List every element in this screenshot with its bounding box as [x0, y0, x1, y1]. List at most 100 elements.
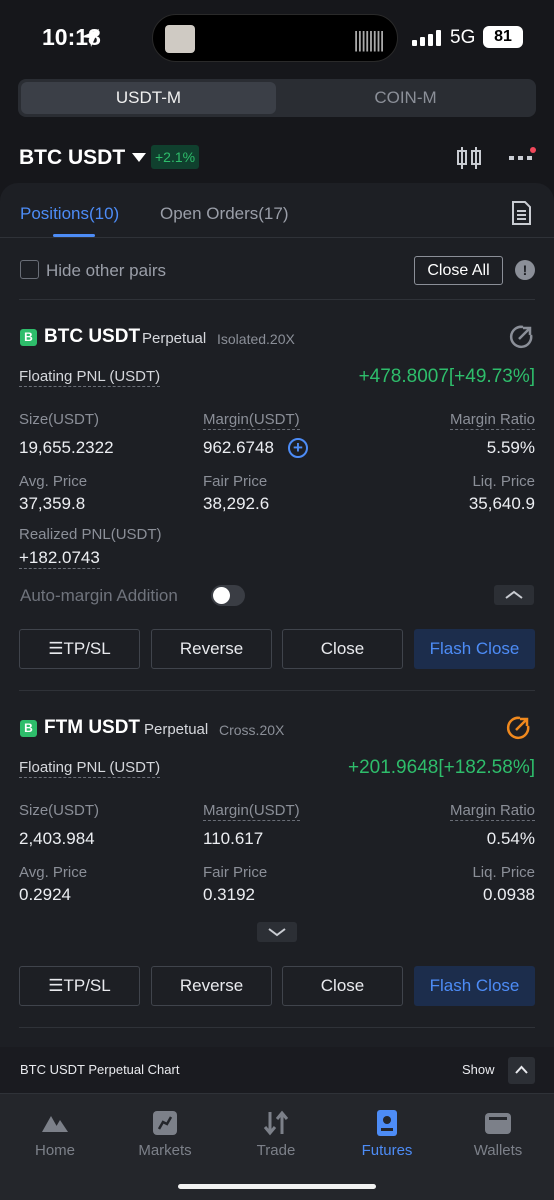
position-title[interactable]: FTM USDT: [44, 717, 140, 739]
nav-label: Home: [34, 1142, 75, 1159]
nav-wallets[interactable]: Wallets: [448, 1110, 548, 1159]
margin-ratio-label[interactable]: Margin Ratio: [449, 802, 535, 821]
nav-label: Markets: [138, 1142, 192, 1159]
more-icon[interactable]: [509, 147, 537, 167]
size-value: 2,403.984: [19, 829, 95, 848]
chart-label: BTC USDT Perpetual Chart: [20, 1062, 180, 1077]
battery-icon: 81: [483, 26, 523, 48]
tpsl-button[interactable]: ☰TP/SL: [19, 629, 140, 669]
add-margin-icon[interactable]: +: [288, 438, 308, 458]
contract-type: Perpetual: [144, 721, 209, 738]
nav-label: Futures: [361, 1142, 413, 1159]
futures-icon: [377, 1110, 397, 1136]
margin-label[interactable]: Margin(USDT): [203, 411, 300, 430]
margin-mode: Cross.20X: [219, 722, 285, 738]
avg-price-value: 0.2924: [19, 885, 71, 904]
location-icon: [81, 29, 99, 47]
fair-price-label: Fair Price: [203, 473, 268, 490]
divider: [19, 690, 535, 691]
position-title[interactable]: BTC USDT: [44, 326, 140, 348]
size-label: Size(USDT): [19, 411, 100, 428]
hide-pairs-checkbox[interactable]: [20, 260, 39, 279]
avg-price-value: 37,359.8: [19, 494, 86, 513]
reverse-button[interactable]: Reverse: [151, 966, 272, 1006]
size-value: 19,655.2322: [19, 438, 114, 457]
close-button[interactable]: Close: [282, 966, 403, 1006]
nav-markets[interactable]: Markets: [115, 1110, 215, 1159]
price-change-badge: +2.1%: [151, 145, 200, 169]
info-icon[interactable]: !: [515, 260, 535, 280]
auto-margin-toggle[interactable]: [211, 585, 245, 606]
margin-value: 962.6748: [203, 438, 274, 457]
tpsl-button[interactable]: ☰TP/SL: [19, 966, 140, 1006]
auto-margin-label: Auto-margin Addition: [20, 586, 178, 605]
floating-pnl-label[interactable]: Floating PNL (USDT): [19, 759, 161, 778]
nav-home[interactable]: Home: [5, 1110, 105, 1159]
margin-ratio-value: 0.54%: [486, 829, 535, 848]
flash-close-button[interactable]: Flash Close: [414, 966, 535, 1006]
close-all-button[interactable]: Close All: [414, 256, 503, 285]
nav-label: Trade: [256, 1142, 296, 1159]
share-icon[interactable]: [509, 325, 533, 349]
segment-coin-m[interactable]: COIN-M: [278, 82, 533, 114]
show-chart-button[interactable]: [508, 1057, 535, 1084]
fair-price-value: 0.3192: [203, 885, 255, 904]
realized-pnl-label: Realized PNL(USDT): [19, 526, 162, 543]
show-chart-label[interactable]: Show: [462, 1062, 495, 1077]
home-icon: [42, 1116, 68, 1132]
floating-pnl-value: +201.9648[+182.58%]: [347, 757, 535, 778]
margin-label[interactable]: Margin(USDT): [203, 802, 300, 821]
trade-icon: [263, 1110, 289, 1136]
fair-price-value: 38,292.6: [203, 494, 270, 513]
floating-pnl-label[interactable]: Floating PNL (USDT): [19, 368, 161, 387]
collapse-button[interactable]: [494, 585, 534, 605]
network-type: 5G: [450, 27, 476, 48]
margin-value: 110.617: [203, 829, 264, 848]
nav-label: Wallets: [473, 1142, 523, 1159]
wallet-icon: [485, 1113, 511, 1134]
nav-trade[interactable]: Trade: [226, 1110, 326, 1159]
pair-selector[interactable]: BTC USDT: [19, 146, 125, 170]
side-badge: B: [20, 720, 37, 737]
hide-pairs-label: Hide other pairs: [46, 261, 167, 280]
tab-positions[interactable]: Positions(10): [20, 204, 119, 224]
divider: [19, 299, 535, 300]
liq-price-label: Liq. Price: [472, 864, 535, 881]
liq-price-label: Liq. Price: [472, 473, 535, 490]
close-button[interactable]: Close: [282, 629, 403, 669]
liq-price-value: 35,640.9: [468, 494, 535, 513]
nav-futures[interactable]: Futures: [337, 1110, 437, 1159]
margin-mode: Isolated.20X: [217, 331, 295, 347]
location-arrow-icon: [171, 29, 191, 49]
chevron-up-icon: [505, 590, 523, 599]
margin-ratio-label[interactable]: Margin Ratio: [449, 411, 535, 430]
home-indicator: [178, 1184, 376, 1189]
liq-price-value: 0.0938: [483, 885, 535, 904]
chevron-down-icon: [268, 928, 286, 937]
flash-close-button[interactable]: Flash Close: [414, 629, 535, 669]
signal-icon: [412, 30, 442, 46]
divider: [19, 1027, 535, 1028]
avg-price-label: Avg. Price: [19, 864, 88, 881]
reverse-button[interactable]: Reverse: [151, 629, 272, 669]
margin-ratio-value: 5.59%: [486, 438, 535, 457]
floating-pnl-value: +478.8007[+49.73%]: [358, 366, 535, 387]
expand-button[interactable]: [257, 922, 297, 942]
contract-type: Perpetual: [142, 330, 207, 347]
markets-icon: [153, 1111, 177, 1135]
audio-wave-icon: ||||||||: [353, 27, 385, 52]
caret-down-icon[interactable]: [132, 153, 146, 162]
chevron-up-icon: [515, 1065, 528, 1074]
avg-price-label: Avg. Price: [19, 473, 88, 490]
dynamic-island: ||||||||: [152, 14, 398, 62]
segment-usdt-m[interactable]: USDT-M: [21, 82, 276, 114]
candlestick-chart-icon[interactable]: [456, 146, 482, 170]
tab-open-orders[interactable]: Open Orders(17): [160, 204, 289, 224]
divider: [0, 237, 554, 238]
order-history-icon[interactable]: [510, 201, 532, 225]
share-icon[interactable]: [506, 716, 530, 740]
side-badge: B: [20, 329, 37, 346]
margin-type-segment: USDT-M COIN-M: [18, 79, 536, 117]
fair-price-label: Fair Price: [203, 864, 268, 881]
realized-pnl-value[interactable]: +182.0743: [19, 548, 100, 569]
